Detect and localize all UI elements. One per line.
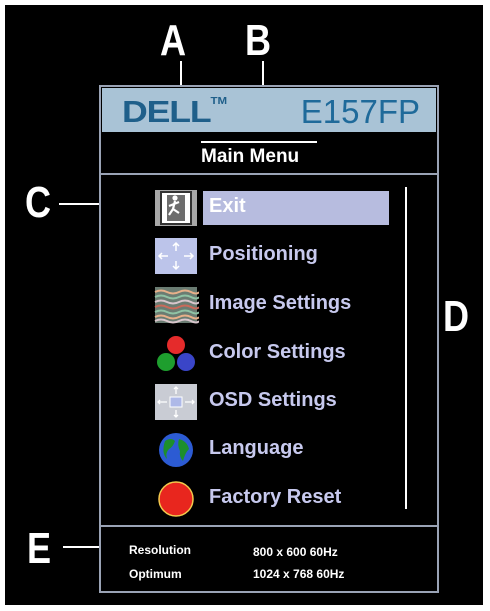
osd-settings-icon xyxy=(155,384,197,420)
menu-item-language[interactable]: Language xyxy=(153,429,393,471)
callout-d: D xyxy=(443,292,470,341)
menu-item-color-settings[interactable]: Color Settings xyxy=(153,333,393,375)
resolution-info-panel: Resolution 800 x 600 60Hz Optimum 1024 x… xyxy=(101,525,437,593)
image-settings-icon xyxy=(154,287,199,324)
menu-item-factory-reset[interactable]: Factory Reset xyxy=(153,478,393,520)
callout-c: C xyxy=(25,178,52,227)
menu-item-label: Image Settings xyxy=(209,292,352,314)
optimum-value: 1024 x 768 60Hz xyxy=(253,567,345,581)
factory-reset-icon xyxy=(158,481,194,517)
menu-items-bracket xyxy=(405,187,407,509)
exit-icon xyxy=(155,190,197,226)
resolution-value: 800 x 600 60Hz xyxy=(253,545,338,559)
diagram-frame: A B C D E DELLTM E157FP Main Menu Exit P… xyxy=(5,5,483,605)
osd-main-menu-panel: DELLTM E157FP Main Menu Exit Positioning… xyxy=(99,85,439,593)
callout-a: A xyxy=(160,16,187,65)
menu-item-positioning[interactable]: Positioning xyxy=(153,235,393,277)
menu-item-label: OSD Settings xyxy=(209,389,337,411)
menu-item-label: Factory Reset xyxy=(209,486,342,508)
color-settings-icon xyxy=(157,336,195,371)
positioning-icon xyxy=(155,238,197,274)
osd-header: DELLTM E157FP xyxy=(102,88,436,132)
resolution-label: Resolution xyxy=(129,543,191,557)
menu-item-label: Color Settings xyxy=(209,341,346,363)
menu-title: Main Menu xyxy=(201,146,300,167)
menu-item-label: Exit xyxy=(209,195,246,217)
dell-logo: DELLTM xyxy=(122,94,228,129)
menu-item-label: Positioning xyxy=(209,243,318,265)
optimum-label: Optimum xyxy=(129,567,182,581)
menu-item-label: Language xyxy=(209,437,304,459)
callout-b: B xyxy=(245,16,272,65)
callout-e: E xyxy=(27,524,52,573)
globe-icon xyxy=(159,433,193,467)
menu-item-osd-settings[interactable]: OSD Settings xyxy=(153,381,393,423)
menu-item-image-settings[interactable]: Image Settings xyxy=(153,284,393,326)
model-name: E157FP xyxy=(300,93,420,130)
menu-item-exit[interactable]: Exit xyxy=(153,187,393,229)
